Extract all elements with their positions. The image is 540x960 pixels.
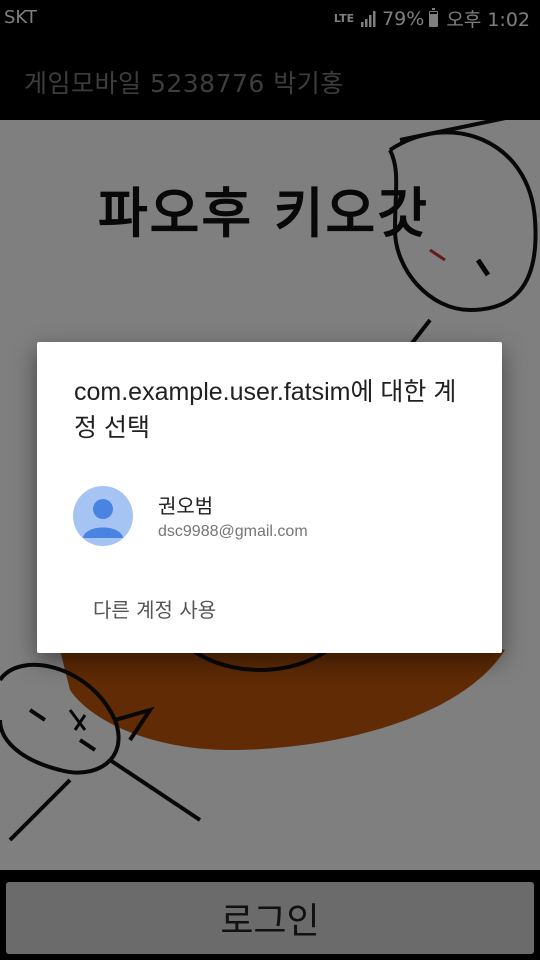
- avatar: [73, 486, 133, 546]
- dialog-title: com.example.user.fatsim에 대한 계정 선택: [74, 378, 457, 442]
- person-icon: [83, 499, 123, 538]
- account-picker-dialog: com.example.user.fatsim에 대한 계정 선택 권오범 ds…: [37, 342, 502, 653]
- use-other-account-button[interactable]: 다른 계정 사용: [93, 594, 216, 623]
- account-name: 권오범: [158, 494, 214, 518]
- account-item[interactable]: 권오범 dsc9988@gmail.com: [37, 480, 502, 556]
- account-email: dsc9988@gmail.com: [158, 523, 308, 540]
